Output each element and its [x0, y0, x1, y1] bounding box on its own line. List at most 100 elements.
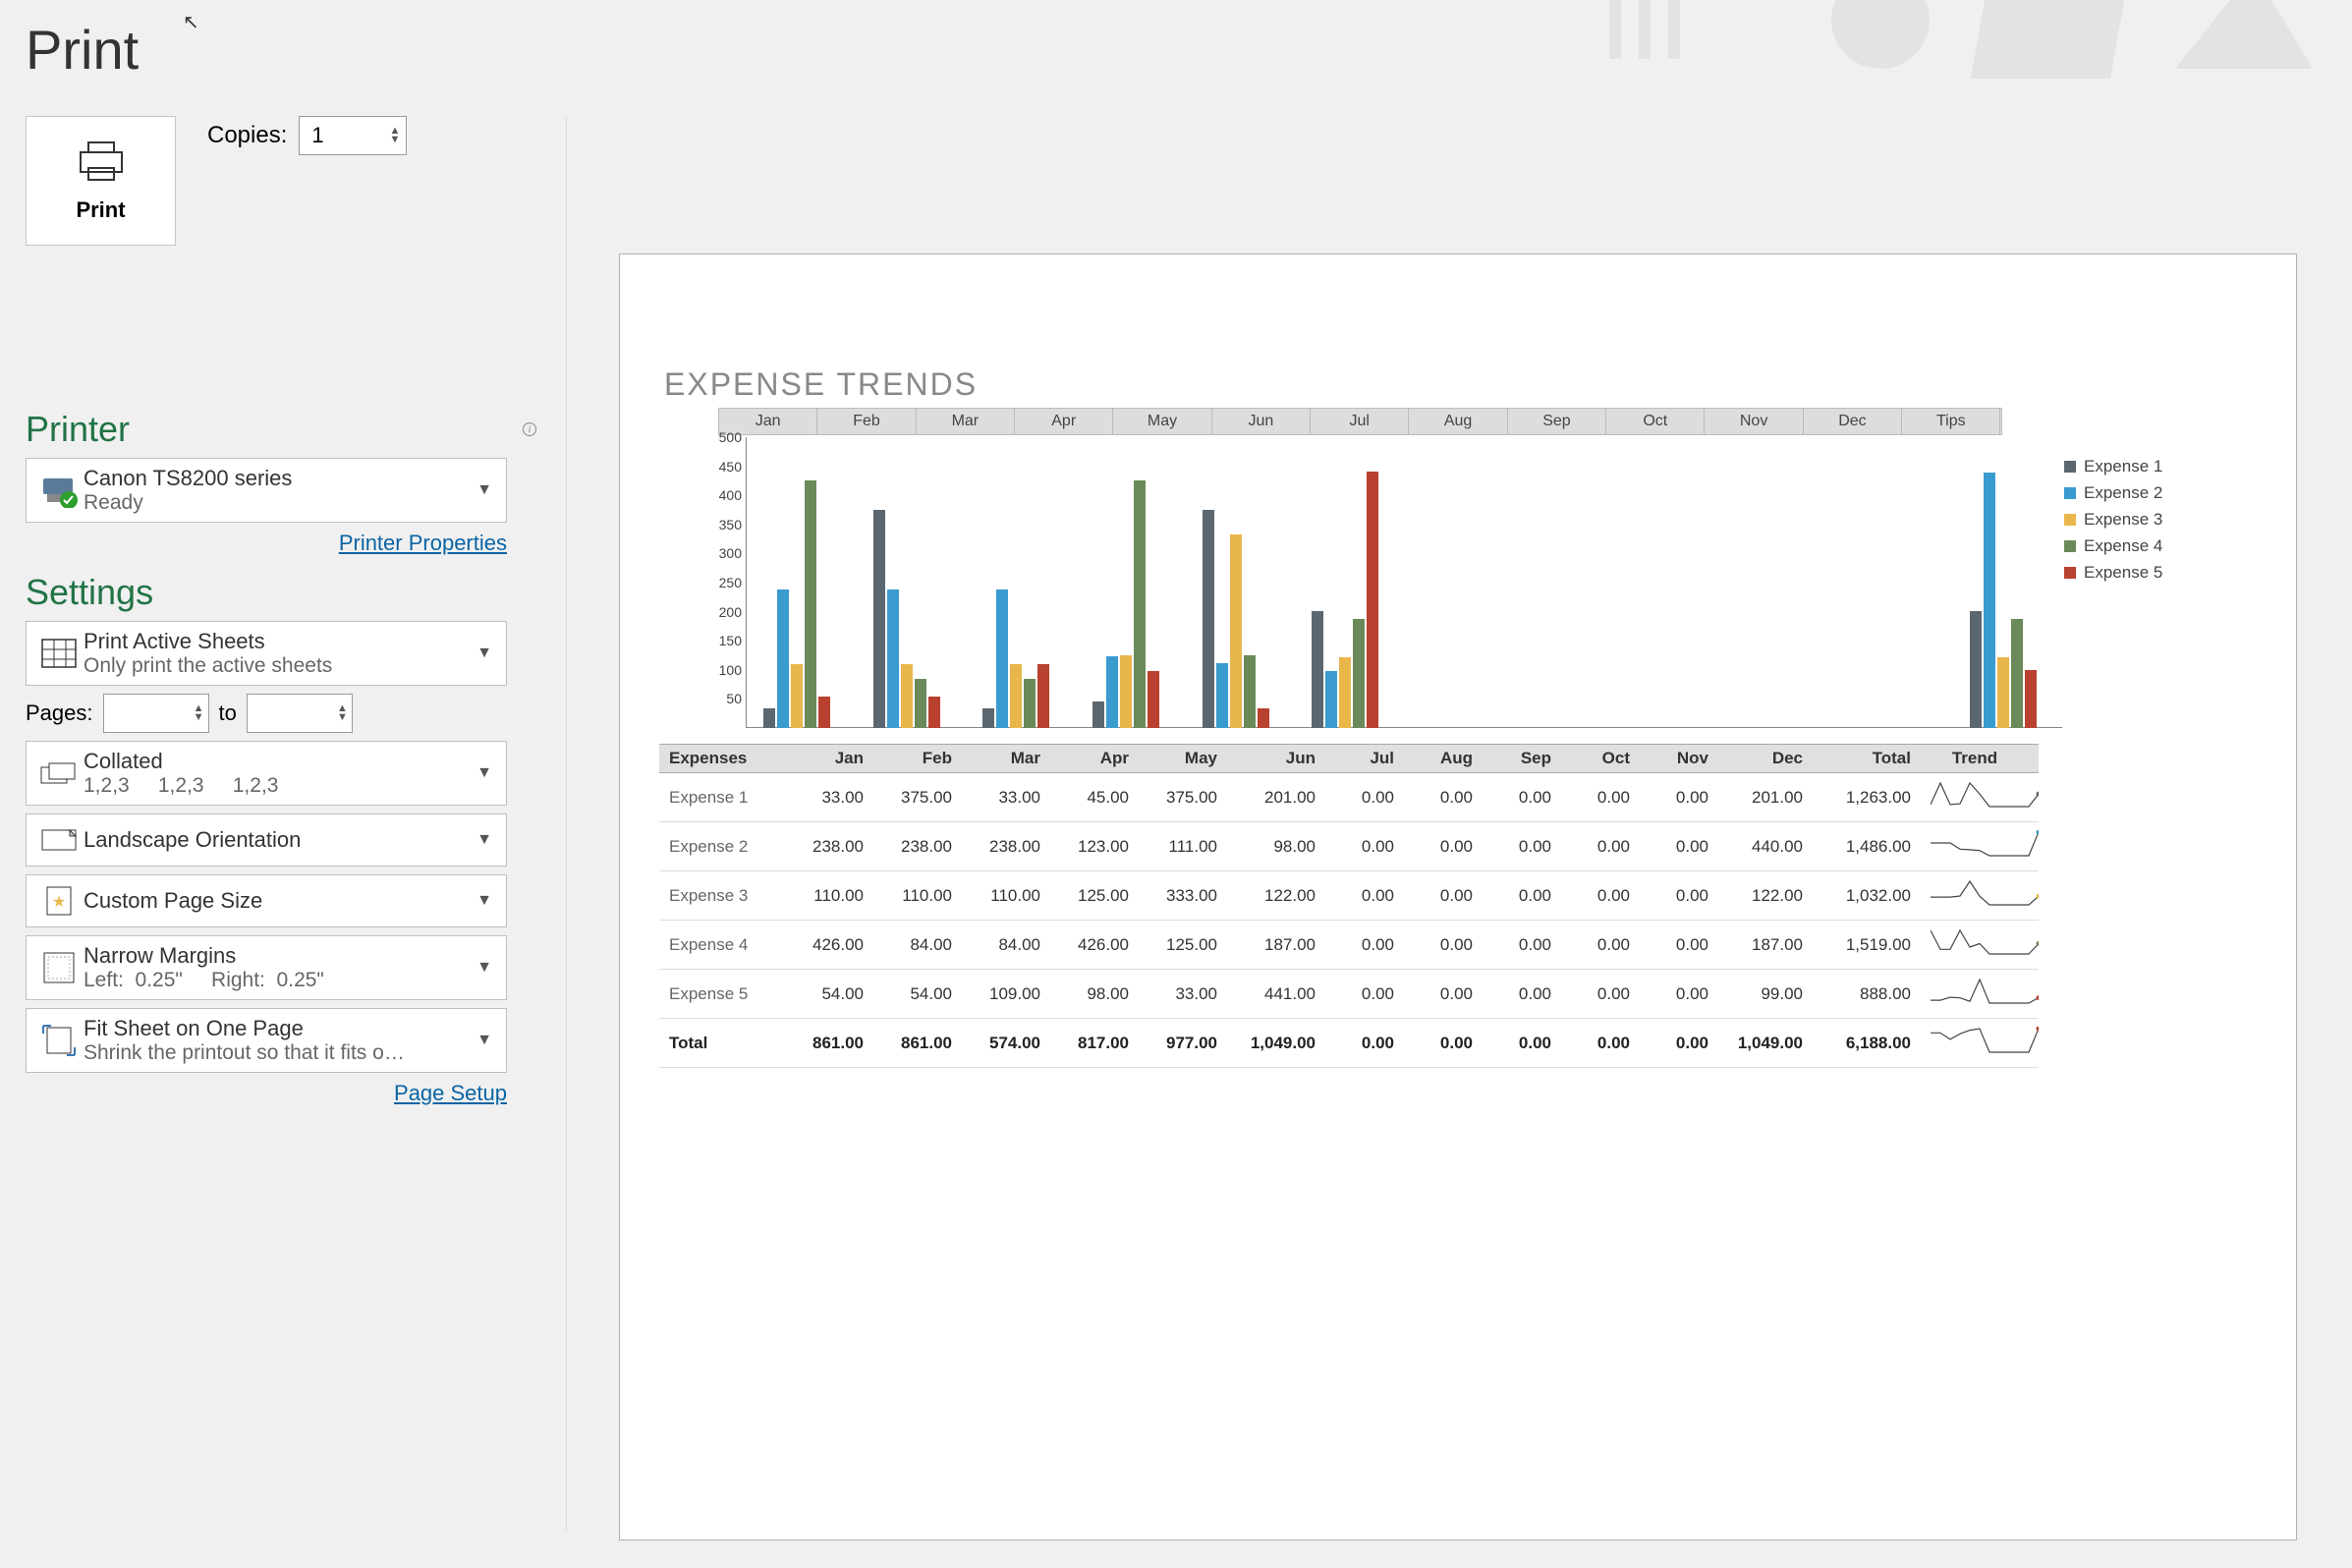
table-cell: 0.00 — [1473, 970, 1551, 1019]
table-cell: 111.00 — [1129, 822, 1217, 871]
print-preview-page: EXPENSE TRENDS JanFebMarAprMayJunJulAugS… — [619, 253, 2297, 1540]
print-button[interactable]: Print — [26, 116, 176, 246]
table-cell: 125.00 — [1040, 871, 1129, 921]
pages-label: Pages: — [26, 700, 93, 726]
table-cell: 0.00 — [1394, 871, 1473, 921]
bar — [901, 664, 913, 728]
page-size-title: Custom Page Size — [84, 888, 471, 914]
table-cell: 125.00 — [1129, 921, 1217, 970]
table-cell: 54.00 — [775, 970, 864, 1019]
bar — [2011, 619, 2023, 728]
panel-divider — [566, 116, 567, 1531]
bar — [915, 679, 926, 728]
pages-to-label: to — [219, 700, 237, 726]
y-tick: 150 — [699, 633, 742, 648]
table-cell: 375.00 — [864, 773, 952, 822]
pages-to-input[interactable]: ▲▼ — [247, 694, 353, 733]
table-cell: 977.00 — [1129, 1019, 1217, 1068]
legend-label: Expense 4 — [2084, 536, 2162, 556]
margins-sub: Left: 0.25" Right: 0.25" — [84, 969, 471, 992]
info-icon[interactable]: i — [523, 422, 536, 436]
table-row: Expense 133.00375.0033.0045.00375.00201.… — [659, 773, 2039, 822]
y-tick: 350 — [699, 517, 742, 532]
copies-spinner[interactable]: ▲▼ — [389, 127, 400, 144]
bar — [1120, 655, 1132, 728]
table-cell: 84.00 — [864, 921, 952, 970]
table-header: Total — [1803, 745, 1911, 773]
table-cell: 0.00 — [1630, 822, 1708, 871]
pages-from-input[interactable]: ▲▼ — [103, 694, 209, 733]
print-button-label: Print — [76, 197, 125, 223]
month-header: Feb — [817, 409, 916, 434]
table-cell: 0.00 — [1551, 921, 1630, 970]
orientation-dropdown[interactable]: Landscape Orientation ▼ — [26, 813, 507, 867]
table-cell: 0.00 — [1394, 1019, 1473, 1068]
month-header: Oct — [1606, 409, 1705, 434]
month-header: Nov — [1705, 409, 1803, 434]
bar — [1037, 664, 1049, 728]
page-size-dropdown[interactable]: ★ Custom Page Size ▼ — [26, 874, 507, 927]
table-cell: 0.00 — [1316, 970, 1394, 1019]
page-setup-link[interactable]: Page Setup — [394, 1081, 507, 1105]
legend-label: Expense 3 — [2084, 510, 2162, 530]
printer-status-icon — [34, 473, 84, 508]
row-label: Total — [659, 1019, 775, 1068]
legend-item: Expense 1 — [2064, 457, 2162, 476]
chevron-down-icon: ▼ — [471, 831, 498, 849]
copies-input[interactable]: 1 ▲▼ — [299, 116, 407, 155]
table-cell: 201.00 — [1708, 773, 1803, 822]
chevron-down-icon: ▼ — [471, 892, 498, 910]
printer-properties-link[interactable]: Printer Properties — [339, 531, 507, 555]
collation-dropdown[interactable]: Collated 1,2,3 1,2,3 1,2,3 ▼ — [26, 741, 507, 806]
printer-dropdown[interactable]: Canon TS8200 series Ready ▼ — [26, 458, 507, 523]
table-cell: 98.00 — [1040, 970, 1129, 1019]
sparkline-cell — [1911, 871, 2039, 921]
table-cell: 33.00 — [952, 773, 1040, 822]
table-cell: 426.00 — [775, 921, 864, 970]
table-cell: 110.00 — [775, 871, 864, 921]
table-cell: 201.00 — [1217, 773, 1316, 822]
margins-dropdown[interactable]: Narrow Margins Left: 0.25" Right: 0.25" … — [26, 935, 507, 1000]
y-tick: 300 — [699, 545, 742, 561]
month-header: Dec — [1804, 409, 1902, 434]
print-what-dropdown[interactable]: Print Active Sheets Only print the activ… — [26, 621, 507, 686]
table-cell: 45.00 — [1040, 773, 1129, 822]
table-cell: 1,049.00 — [1708, 1019, 1803, 1068]
legend-item: Expense 4 — [2064, 536, 2162, 556]
scaling-sub: Shrink the printout so that it fits o… — [84, 1041, 471, 1065]
month-header: Jul — [1311, 409, 1409, 434]
table-total-row: Total861.00861.00574.00817.00977.001,049… — [659, 1019, 2039, 1068]
expense-table: ExpensesJanFebMarAprMayJunJulAugSepOctNo… — [659, 744, 2039, 1068]
legend-item: Expense 3 — [2064, 510, 2162, 530]
table-header: Jun — [1217, 745, 1316, 773]
chart-legend: Expense 1 Expense 2 Expense 3 Expense 4 Expe… — [2064, 457, 2162, 589]
printer-status: Ready — [84, 491, 471, 515]
table-cell: 0.00 — [1473, 921, 1551, 970]
table-header: May — [1129, 745, 1217, 773]
row-label: Expense 1 — [659, 773, 775, 822]
y-tick: 200 — [699, 604, 742, 620]
legend-swatch — [2064, 567, 2076, 579]
bar — [1203, 510, 1214, 728]
legend-swatch — [2064, 487, 2076, 499]
bar — [1010, 664, 1022, 728]
legend-label: Expense 2 — [2084, 483, 2162, 503]
row-label: Expense 5 — [659, 970, 775, 1019]
table-cell: 0.00 — [1473, 822, 1551, 871]
scaling-dropdown[interactable]: Fit Sheet on One Page Shrink the printou… — [26, 1008, 507, 1073]
table-cell: 0.00 — [1473, 871, 1551, 921]
y-tick: 500 — [699, 429, 742, 445]
y-tick: 450 — [699, 459, 742, 475]
table-cell: 0.00 — [1316, 1019, 1394, 1068]
legend-label: Expense 5 — [2084, 563, 2162, 583]
bar — [1024, 679, 1036, 728]
table-cell: 6,188.00 — [1803, 1019, 1911, 1068]
month-header: Mar — [917, 409, 1015, 434]
bar — [982, 708, 994, 728]
row-label: Expense 4 — [659, 921, 775, 970]
bar — [1092, 701, 1104, 728]
table-header: Nov — [1630, 745, 1708, 773]
table-cell: 110.00 — [864, 871, 952, 921]
table-cell: 238.00 — [952, 822, 1040, 871]
table-cell: 84.00 — [952, 921, 1040, 970]
